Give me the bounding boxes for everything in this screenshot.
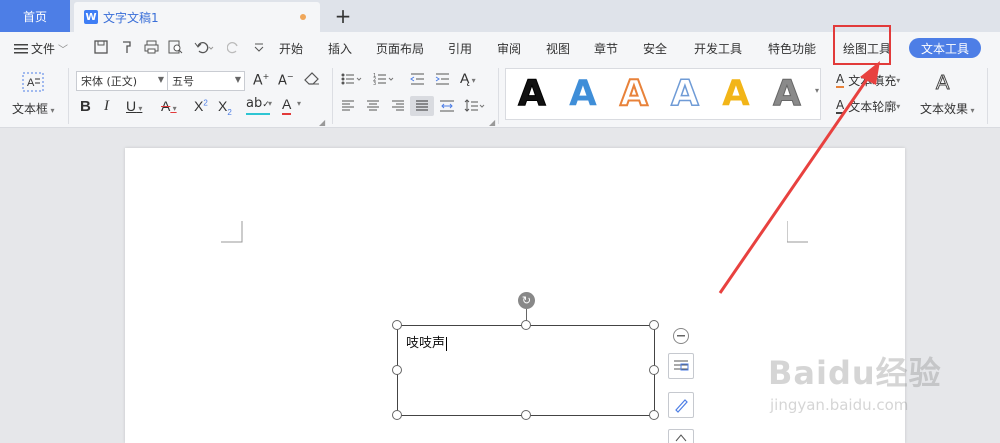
clear-format-icon[interactable] (304, 72, 320, 90)
bullet-list-icon[interactable] (341, 72, 363, 90)
shape-fill-icon[interactable] (668, 429, 694, 443)
tab-document-title: 文字文稿1 (103, 10, 159, 25)
file-menu[interactable]: 文件 ﹀ (14, 40, 68, 57)
text-effect-icon[interactable]: A (935, 72, 949, 95)
textbox-icon[interactable]: A (22, 72, 44, 95)
highlight-icon[interactable]: ab✓ (246, 96, 270, 115)
align-center-icon[interactable] (366, 100, 380, 116)
layout-options-icon[interactable] (668, 353, 694, 379)
increase-font-icon[interactable]: A+ (253, 72, 269, 89)
textbox-button[interactable]: 文本框 ▾ (12, 100, 55, 117)
watermark-logo-text: Baidu经验 (768, 354, 942, 392)
text-box[interactable]: 吱吱声 (397, 325, 655, 416)
svg-text:A: A (27, 77, 35, 89)
resize-handle-right[interactable] (649, 365, 659, 375)
text-style-black[interactable]: A (518, 73, 547, 115)
align-right-icon[interactable] (391, 100, 405, 116)
menu-item-page-layout[interactable]: 页面布局 (376, 40, 424, 57)
annotation-arrow (718, 61, 880, 294)
font-size-value: 五号 (172, 75, 194, 88)
decrease-indent-icon[interactable] (410, 72, 425, 90)
divider (498, 68, 499, 124)
menu-item-section[interactable]: 章节 (594, 40, 618, 57)
chevron-down-icon: ▾ (48, 106, 55, 115)
increase-indent-icon[interactable] (435, 72, 450, 90)
format-painter-icon[interactable] (120, 40, 134, 58)
menu-item-reference[interactable]: 引用 (448, 40, 472, 57)
svg-text:3: 3 (373, 81, 376, 86)
dialog-launcher-icon[interactable]: ◢ (319, 118, 325, 127)
resize-handle-left[interactable] (392, 365, 402, 375)
menu-item-text-tools[interactable]: 文本工具 (909, 38, 981, 58)
chevron-down-icon: ▼ (234, 75, 241, 84)
menu-item-insert[interactable]: 插入 (328, 40, 352, 57)
watermark-url: jingyan.baidu.com (770, 396, 909, 414)
chevron-down-icon[interactable]: ▾ (297, 99, 301, 108)
new-tab-button[interactable]: + (333, 4, 353, 28)
redo-icon[interactable] (226, 40, 241, 58)
save-icon[interactable] (94, 40, 108, 58)
divider (68, 68, 69, 124)
unsaved-dot-icon (300, 14, 306, 20)
align-left-icon[interactable] (341, 100, 355, 116)
quick-access-dropdown-icon[interactable] (253, 40, 265, 58)
shape-style-brush-icon[interactable] (668, 392, 694, 418)
menu-item-review[interactable]: 审阅 (497, 40, 521, 57)
text-direction-icon[interactable]: Ą ▾ (460, 70, 476, 86)
text-effect-label: 文本效果 (920, 102, 969, 116)
hamburger-icon (14, 43, 28, 53)
text-style-blue[interactable]: A (569, 73, 597, 115)
justify-icon[interactable] (410, 96, 434, 116)
resize-handle-bottom-right[interactable] (649, 410, 659, 420)
resize-handle-top-left[interactable] (392, 320, 402, 330)
superscript-icon[interactable]: X2 (194, 98, 208, 114)
chevron-down-icon: ﹀ (58, 45, 69, 56)
menu-item-view[interactable]: 视图 (546, 40, 570, 57)
wps-writer-icon: W (84, 10, 98, 24)
resize-handle-bottom-left[interactable] (392, 410, 402, 420)
text-box-content[interactable]: 吱吱声 (406, 332, 448, 351)
chevron-down-icon: ▾ (968, 106, 975, 115)
strikethrough-icon[interactable]: A ▾ (161, 98, 177, 114)
resize-handle-bottom[interactable] (521, 410, 531, 420)
menu-item-start[interactable]: 开始 (279, 40, 303, 57)
numbered-list-icon[interactable]: 123 (373, 72, 395, 90)
textbox-label: 文本框 (12, 102, 49, 116)
text-effect-button[interactable]: 文本效果 ▾ (920, 100, 975, 117)
file-menu-label: 文件 (31, 42, 56, 56)
chevron-down-icon[interactable]: ▾ (268, 99, 272, 108)
undo-icon[interactable] (194, 40, 214, 58)
text-box-text: 吱吱声 (406, 336, 446, 351)
tab-home[interactable]: 首页 (0, 0, 70, 32)
distribute-icon[interactable] (439, 100, 455, 116)
text-style-orange-outline[interactable]: A (619, 72, 649, 115)
subscript-icon[interactable]: X2 (218, 98, 232, 117)
font-name-select[interactable]: 宋体 (正文) ▼ (76, 71, 168, 91)
text-cursor (446, 336, 448, 351)
rotate-handle-icon[interactable]: ↻ (518, 292, 535, 309)
font-color-icon[interactable]: A (282, 96, 292, 115)
resize-handle-top[interactable] (521, 320, 531, 330)
baidu-watermark: Baidu经验 jingyan.baidu.com (760, 330, 960, 430)
margin-corner-top-left (221, 221, 243, 243)
collapse-minus-icon[interactable] (673, 328, 689, 344)
dialog-launcher-icon[interactable]: ◢ (489, 118, 495, 127)
resize-handle-top-right[interactable] (649, 320, 659, 330)
line-spacing-icon[interactable] (464, 99, 486, 117)
decrease-font-icon[interactable]: A− (278, 72, 294, 88)
bold-icon[interactable]: B (80, 98, 91, 115)
menu-item-security[interactable]: 安全 (643, 40, 667, 57)
text-style-blue-outline[interactable]: A (670, 72, 699, 115)
print-icon[interactable] (144, 40, 159, 58)
divider (332, 68, 333, 124)
tab-document[interactable]: W 文字文稿1 (74, 2, 320, 32)
underline-icon[interactable]: U ▾ (126, 98, 142, 114)
font-name-value: 宋体 (正文) (81, 75, 138, 88)
print-preview-icon[interactable] (168, 40, 183, 58)
font-size-select[interactable]: 五号 ▼ (167, 71, 245, 91)
chevron-down-icon: ▼ (157, 75, 164, 84)
italic-icon[interactable]: I (104, 98, 109, 115)
divider (987, 68, 988, 124)
